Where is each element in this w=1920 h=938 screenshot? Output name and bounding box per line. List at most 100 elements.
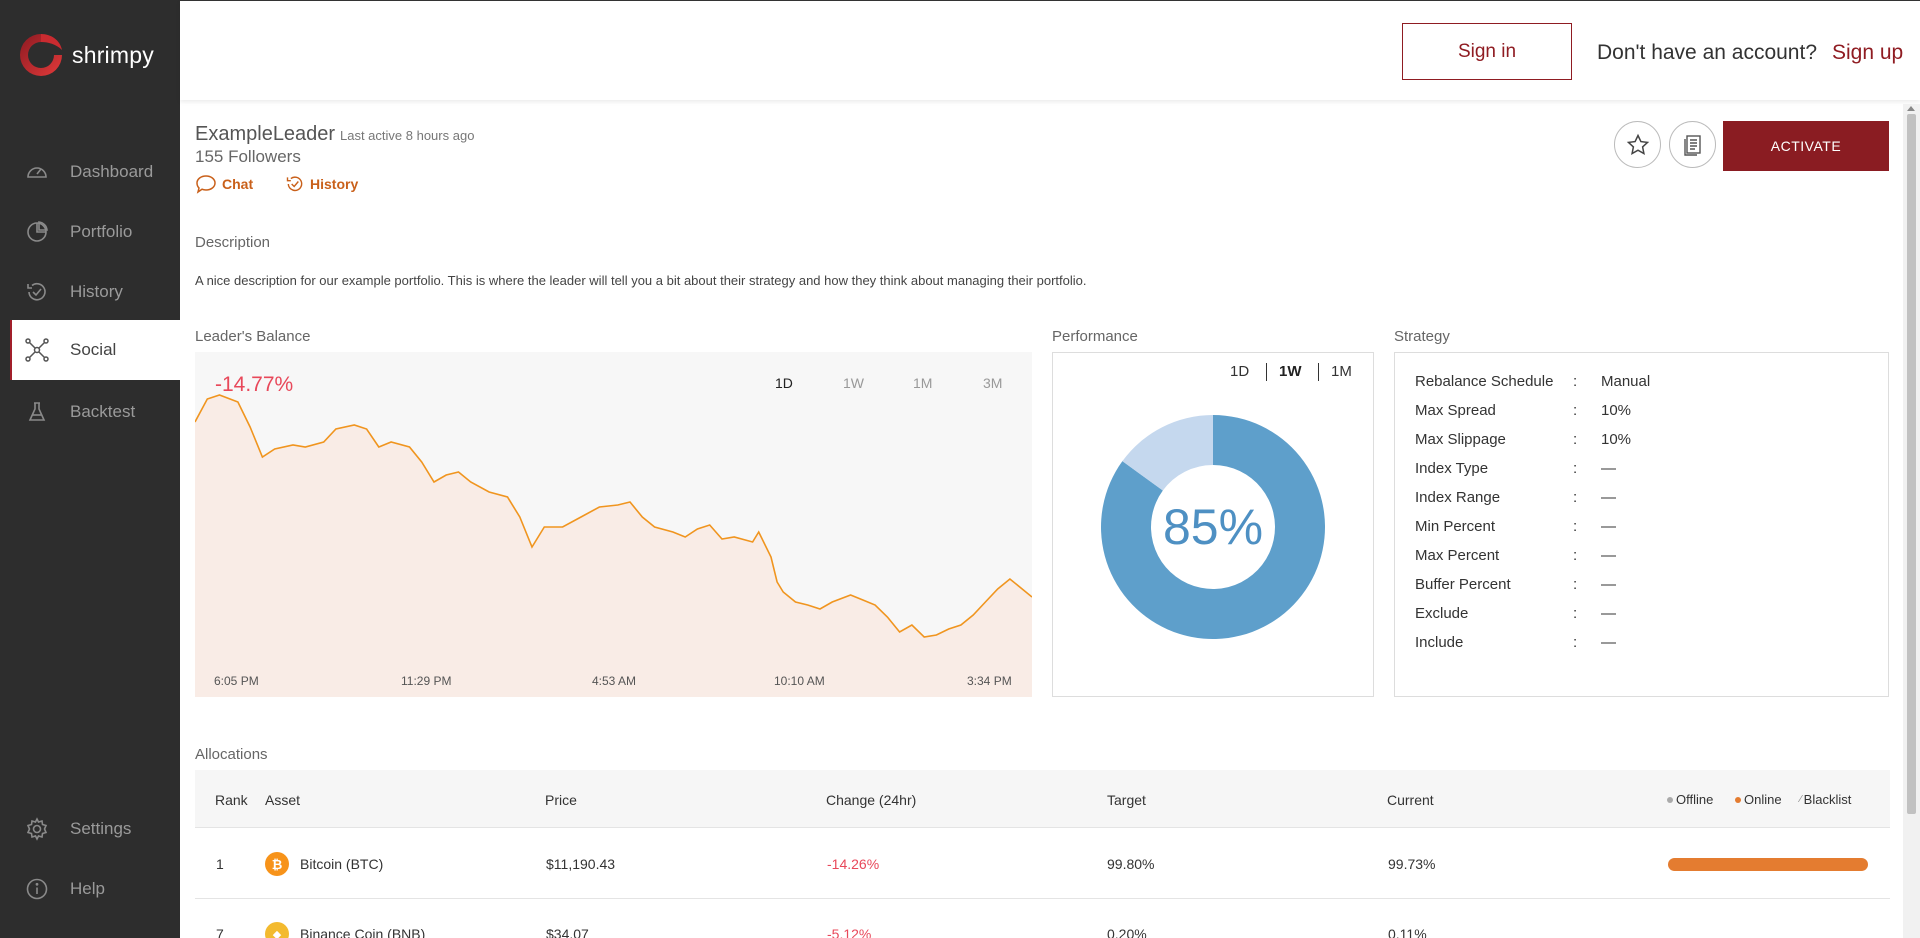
strategy-row: Buffer Percent: — bbox=[1415, 576, 1875, 596]
cell-asset: Bitcoin (BTC) bbox=[300, 856, 384, 872]
strategy-title: Strategy bbox=[1394, 328, 1450, 345]
cell-rank: 1 bbox=[216, 856, 224, 872]
balance-change: -14.77% bbox=[215, 373, 294, 396]
column-header-asset[interactable]: Asset bbox=[265, 792, 300, 808]
legend-label: Blacklist bbox=[1803, 792, 1852, 807]
table-row[interactable]: 1 ₿ Bitcoin (BTC) $11,190.43 -14.26% 99.… bbox=[195, 829, 1890, 899]
star-icon bbox=[1626, 133, 1649, 155]
scroll-up-arrow-icon[interactable] bbox=[1907, 106, 1915, 111]
sidebar-item-social[interactable]: Social bbox=[12, 320, 180, 380]
balance-line-chart bbox=[195, 394, 1032, 697]
top-header: Sign in Don't have an account? Sign up bbox=[180, 0, 1920, 100]
sidebar: shrimpy Dashboard Portfolio History Soci… bbox=[0, 0, 180, 938]
strategy-row: Max Slippage: 10% bbox=[1415, 431, 1875, 451]
cell-change: -14.26% bbox=[827, 856, 880, 872]
table-row[interactable]: 7 ◆ Binance Coin (BNB) $34.07 -5.12% 0.2… bbox=[195, 899, 1890, 938]
leader-name: ExampleLeader bbox=[195, 123, 336, 145]
pie-chart-icon bbox=[23, 218, 51, 246]
strategy-sep: : bbox=[1573, 431, 1578, 448]
perf-tab-1m[interactable]: 1M bbox=[1331, 363, 1352, 380]
logo[interactable]: shrimpy bbox=[16, 30, 154, 80]
vertical-scrollbar[interactable] bbox=[1903, 104, 1920, 938]
balance-tab-3m[interactable]: 3M bbox=[983, 375, 1002, 391]
history-icon bbox=[286, 176, 303, 192]
column-header-rank[interactable]: Rank bbox=[215, 792, 248, 808]
sign-in-button[interactable]: Sign in bbox=[1402, 23, 1572, 80]
strategy-key: Rebalance Schedule bbox=[1415, 373, 1554, 390]
perf-tab-1w[interactable]: 1W bbox=[1279, 363, 1302, 380]
sidebar-item-portfolio[interactable]: Portfolio bbox=[0, 202, 180, 262]
strategy-sep: : bbox=[1573, 547, 1578, 564]
sidebar-item-label: Settings bbox=[70, 819, 132, 838]
online-dot-icon bbox=[1735, 796, 1741, 803]
strategy-sep: : bbox=[1573, 373, 1578, 390]
strategy-sep: : bbox=[1573, 634, 1578, 651]
column-header-price[interactable]: Price bbox=[545, 792, 577, 808]
balance-chart: -14.77% 1D 1W 1M 3M 6:05 PM 11:29 PM 4:5… bbox=[195, 352, 1032, 697]
sidebar-item-label: Help bbox=[70, 879, 105, 898]
balance-tab-1d[interactable]: 1D bbox=[775, 375, 793, 391]
gauge-icon bbox=[23, 158, 51, 186]
strategy-key: Include bbox=[1415, 634, 1464, 651]
offline-dot-icon bbox=[1667, 796, 1673, 803]
cell-current: 0.11% bbox=[1388, 926, 1427, 938]
chat-label: Chat bbox=[222, 176, 254, 192]
strategy-row: Index Type: — bbox=[1415, 460, 1875, 480]
x-tick-label: 11:29 PM bbox=[401, 674, 452, 688]
performance-panel: 1D 1W 1M 85% bbox=[1052, 352, 1374, 697]
column-header-current[interactable]: Current bbox=[1387, 792, 1434, 808]
app-root: shrimpy Dashboard Portfolio History Soci… bbox=[0, 0, 1920, 938]
strategy-sep: : bbox=[1573, 576, 1578, 593]
tab-divider bbox=[1266, 363, 1267, 381]
sign-up-link[interactable]: Sign up bbox=[1832, 41, 1903, 65]
x-tick-label: 3:34 PM bbox=[967, 674, 1012, 688]
chat-link[interactable]: Chat bbox=[195, 174, 253, 194]
sidebar-item-history[interactable]: History bbox=[0, 262, 180, 322]
strategy-key: Max Percent bbox=[1415, 547, 1500, 564]
strategy-key: Exclude bbox=[1415, 605, 1469, 622]
allocations-table-header: Rank Asset Price Change (24hr) Target Cu… bbox=[195, 770, 1890, 828]
favorite-button[interactable] bbox=[1614, 121, 1661, 168]
balance-tab-1m[interactable]: 1M bbox=[913, 375, 932, 391]
perf-tab-1d[interactable]: 1D bbox=[1230, 363, 1249, 380]
x-tick-label: 10:10 AM bbox=[774, 674, 825, 688]
strategy-row: Index Range: — bbox=[1415, 489, 1875, 509]
copy-button[interactable] bbox=[1669, 121, 1716, 168]
legend-blacklist: ⁄ Blacklist bbox=[1800, 792, 1851, 807]
strategy-value: — bbox=[1601, 576, 1616, 593]
sidebar-item-settings[interactable]: Settings bbox=[0, 799, 180, 859]
strategy-value: — bbox=[1601, 518, 1616, 535]
shrimpy-logo-icon bbox=[20, 34, 62, 76]
column-header-target[interactable]: Target bbox=[1107, 792, 1146, 808]
activate-button[interactable]: ACTIVATE bbox=[1723, 121, 1889, 171]
performance-percent: 85% bbox=[1162, 499, 1264, 555]
legend-offline: Offline bbox=[1667, 792, 1713, 807]
sidebar-item-backtest[interactable]: Backtest bbox=[0, 382, 180, 442]
strategy-value: 10% bbox=[1601, 402, 1632, 419]
history-label: History bbox=[310, 176, 359, 192]
strategy-value: — bbox=[1601, 489, 1616, 506]
gear-icon bbox=[23, 815, 51, 843]
no-account-text: Don't have an account? bbox=[1597, 41, 1817, 64]
cell-rank: 7 bbox=[216, 926, 224, 938]
strategy-key: Buffer Percent bbox=[1415, 576, 1511, 593]
clipboard-icon bbox=[1683, 134, 1701, 156]
cell-asset: Binance Coin (BNB) bbox=[300, 926, 426, 938]
column-header-change[interactable]: Change (24hr) bbox=[826, 792, 916, 808]
active-indicator bbox=[0, 320, 12, 380]
bitcoin-icon: ₿ bbox=[265, 852, 289, 876]
balance-tab-1w[interactable]: 1W bbox=[843, 375, 864, 391]
history-link[interactable]: History bbox=[285, 174, 358, 194]
sidebar-item-dashboard[interactable]: Dashboard bbox=[0, 142, 180, 202]
scrollbar-thumb[interactable] bbox=[1907, 114, 1916, 814]
binance-coin-icon: ◆ bbox=[265, 922, 289, 938]
legend-label: Offline bbox=[1676, 792, 1714, 807]
chat-icon bbox=[196, 175, 216, 194]
strategy-row: Rebalance Schedule: Manual bbox=[1415, 373, 1875, 393]
description-title: Description bbox=[195, 234, 271, 251]
flask-icon bbox=[23, 398, 51, 426]
strategy-value: 10% bbox=[1601, 431, 1632, 448]
sidebar-item-help[interactable]: Help bbox=[0, 859, 180, 919]
current-allocation-bar bbox=[1668, 858, 1868, 871]
followers-count: 155 Followers bbox=[195, 147, 301, 166]
